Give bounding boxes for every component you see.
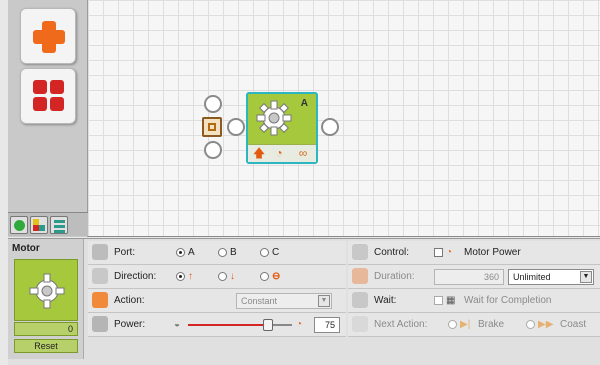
green-circle-icon — [14, 220, 25, 231]
config-column-right: Control: ◔ Motor Power Duration: 360 Unl… — [348, 241, 600, 361]
tab-complete-palette[interactable] — [30, 216, 48, 234]
port-radio-a[interactable] — [176, 248, 185, 257]
coast-icon: ▶▶ — [538, 319, 554, 330]
brake-label: Brake — [478, 319, 505, 330]
action-row: Action: Constant ▼ — [88, 289, 346, 313]
chevron-down-icon: ▼ — [318, 295, 330, 307]
block-title: Motor — [12, 243, 40, 254]
port-label: Port: — [114, 247, 136, 258]
power-label: Power: — [114, 319, 146, 330]
direction-radio-forward[interactable] — [176, 272, 185, 281]
plus-icon — [33, 21, 65, 53]
duration-label: Duration: — [374, 271, 415, 282]
port-option-a: A — [188, 247, 195, 258]
arrow-up-icon: ↑ — [188, 271, 193, 282]
wait-for-completion-label: Wait for Completion — [464, 295, 552, 306]
port-radio-c[interactable] — [260, 248, 269, 257]
control-icon — [352, 244, 368, 260]
next-action-row: Next Action: ▶| Brake ▶▶ Coast — [348, 313, 600, 337]
action-label: Action: — [114, 295, 145, 306]
block-summary: Motor 0 Reset — [8, 239, 84, 359]
power-value-input[interactable]: 75 — [314, 317, 340, 333]
motor-power-checkbox[interactable] — [434, 248, 443, 257]
coast-label: Coast — [560, 319, 587, 330]
motor-power-label: Motor Power — [464, 247, 521, 258]
next-action-label: Next Action: — [374, 319, 428, 330]
slow-turtle-icon: ◒ — [174, 319, 181, 330]
duration-value-input[interactable]: 360 — [434, 269, 504, 285]
motor-port-letter: A — [300, 98, 308, 109]
chevron-down-icon: ▼ — [580, 271, 592, 283]
coast-radio[interactable] — [526, 320, 535, 329]
sequence-beam-top-plug[interactable] — [204, 95, 222, 113]
complete-palette-button[interactable] — [20, 68, 76, 124]
program-start-block[interactable] — [202, 117, 222, 137]
next-action-icon — [352, 316, 368, 332]
port-option-c: C — [272, 247, 280, 258]
fast-power-icon: ◔ — [296, 319, 303, 330]
common-palette-button[interactable] — [20, 8, 76, 64]
checkered-flag-icon: ▦ — [446, 295, 456, 306]
arrow-down-icon: ↓ — [230, 271, 235, 282]
direction-radio-stop[interactable] — [260, 272, 269, 281]
motor-power-icon: ◔ — [446, 247, 453, 258]
motor-power-icon: ◔ — [275, 146, 283, 160]
action-icon — [92, 292, 108, 308]
wait-row: Wait: ▦ Wait for Completion — [348, 289, 600, 313]
sequence-beam-connector[interactable] — [227, 118, 245, 136]
wait-label: Wait: — [374, 295, 397, 306]
stop-icon: ⊖ — [272, 271, 281, 282]
sequence-beam-end-connector[interactable] — [321, 118, 339, 136]
grid-icon — [33, 80, 65, 112]
motor-preview — [14, 259, 78, 321]
wait-for-completion-checkbox[interactable] — [434, 296, 443, 305]
action-value: Constant — [241, 296, 278, 306]
rotation-counter: 0 — [14, 322, 78, 336]
power-icon — [92, 316, 108, 332]
brake-radio[interactable] — [448, 320, 457, 329]
direction-label: Direction: — [114, 271, 157, 282]
power-slider-knob[interactable] — [263, 319, 273, 331]
tab-custom-palette[interactable] — [50, 216, 68, 234]
gear-icon — [29, 273, 65, 309]
duration-unit-dropdown[interactable]: Unlimited ▼ — [508, 269, 594, 285]
duration-unit-value: Unlimited — [513, 272, 551, 282]
direction-icon — [92, 268, 108, 284]
tab-common-palette[interactable] — [10, 216, 28, 234]
arrow-up-icon: 🡅 — [252, 146, 266, 160]
duration-icon — [352, 268, 368, 284]
reset-button[interactable]: Reset — [14, 339, 78, 353]
port-row: Port: A B C — [88, 241, 346, 265]
program-workspace[interactable]: A 🡅 ◔ ∞ — [88, 0, 600, 237]
direction-radio-backward[interactable] — [218, 272, 227, 281]
duration-row: Duration: 360 Unlimited ▼ — [348, 265, 600, 289]
power-row: Power: ◒ ◔ 75 — [88, 313, 346, 337]
port-option-b: B — [230, 247, 237, 258]
port-icon — [92, 244, 108, 260]
port-radio-b[interactable] — [218, 248, 227, 257]
hourglass-icon — [352, 292, 368, 308]
brake-icon: ▶| — [460, 319, 471, 330]
block-palette — [8, 0, 88, 237]
infinity-icon: ∞ — [298, 146, 308, 160]
power-slider-fill — [188, 324, 268, 326]
motor-block[interactable]: A 🡅 ◔ ∞ — [246, 92, 318, 164]
motor-block-settings-strip: 🡅 ◔ ∞ — [248, 144, 316, 162]
action-dropdown[interactable]: Constant ▼ — [236, 293, 332, 309]
control-label: Control: — [374, 247, 410, 258]
palette-tabs — [8, 212, 88, 236]
sequence-beam-bottom-plug[interactable] — [204, 141, 222, 159]
config-column-left: Port: A B C Direction: ↑ ↓ ⊖ Action: Con… — [88, 241, 346, 361]
nxt-programming-window: A 🡅 ◔ ∞ Motor 0 Reset Port: A B C Direct… — [0, 0, 600, 365]
gear-icon — [256, 100, 292, 136]
configuration-panel: Motor 0 Reset Port: A B C Direction: ↑ ↓… — [8, 238, 600, 365]
control-row: Control: ◔ Motor Power — [348, 241, 600, 265]
direction-row: Direction: ↑ ↓ ⊖ — [88, 265, 346, 289]
